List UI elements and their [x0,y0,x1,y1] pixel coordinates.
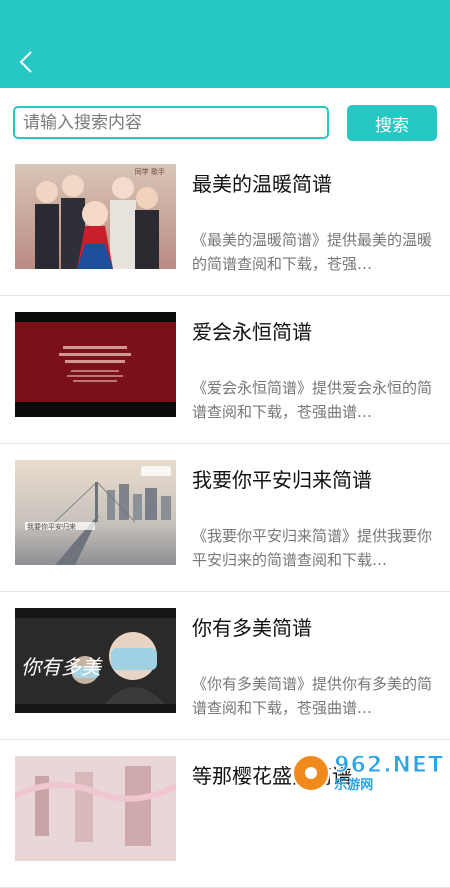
item-description: 《你有多美简谱》提供你有多美的简谱查阅和下载，苍强曲谱… [192,675,433,717]
list-item[interactable]: 你有多美 你有多美简谱 《你有多美简谱》提供你有多美的简谱查阅和下载，苍强曲谱… [0,592,450,740]
watermark-site: 乐游网 [334,777,374,793]
item-description: 《我要你平安归来简谱》提供我要你平安归来的简谱查阅和下载… [192,527,433,569]
thumb-caption: 你有多美 [21,655,103,679]
item-title: 最美的温暖简谱 [192,172,332,196]
thumbnail [15,756,176,861]
thumbnail: 你有多美 [15,608,176,713]
thumbnail [15,312,176,417]
chevron-left-icon [19,51,32,73]
item-description [192,820,436,868]
list-item[interactable]: 我要你平安归来 我要你平安归来简谱 《我要你平安归来简谱》提供我要你平安归来的简… [0,444,450,592]
item-description: 《爱会永恒简谱》提供爱会永恒的简谱查阅和下载，苍强曲谱… [192,379,433,421]
item-title: 我要你平安归来简谱 [192,468,372,492]
item-description: 《最美的温暖简谱》提供最美的温暖的简谱查阅和下载，苍强… [192,231,433,273]
thumbnail: 同学 歌手 [15,164,176,269]
search-input[interactable] [13,106,329,139]
thumb-caption: 我要你平安归来 [27,522,76,531]
search-button[interactable]: 搜索 [347,105,437,141]
list-item[interactable]: 爱会永恒简谱 《爱会永恒简谱》提供爱会永恒的简谱查阅和下载，苍强曲谱… [0,296,450,444]
watermark-number: 962.NET [334,752,444,778]
thumbnail: 我要你平安归来 [15,460,176,565]
site-watermark: 962.NET 乐游网 [292,754,444,792]
list-item[interactable]: 同学 歌手 最美的温暖简谱 《最美的温暖简谱》提供最美的温暖的简谱查阅和下载，苍… [0,148,450,296]
thumb-text: 同学 歌手 [135,167,165,176]
watermark-logo-icon [292,754,331,792]
item-title: 你有多美简谱 [192,616,312,640]
back-button[interactable] [8,44,44,80]
top-app-bar [0,0,450,88]
item-title: 爱会永恒简谱 [192,320,312,344]
